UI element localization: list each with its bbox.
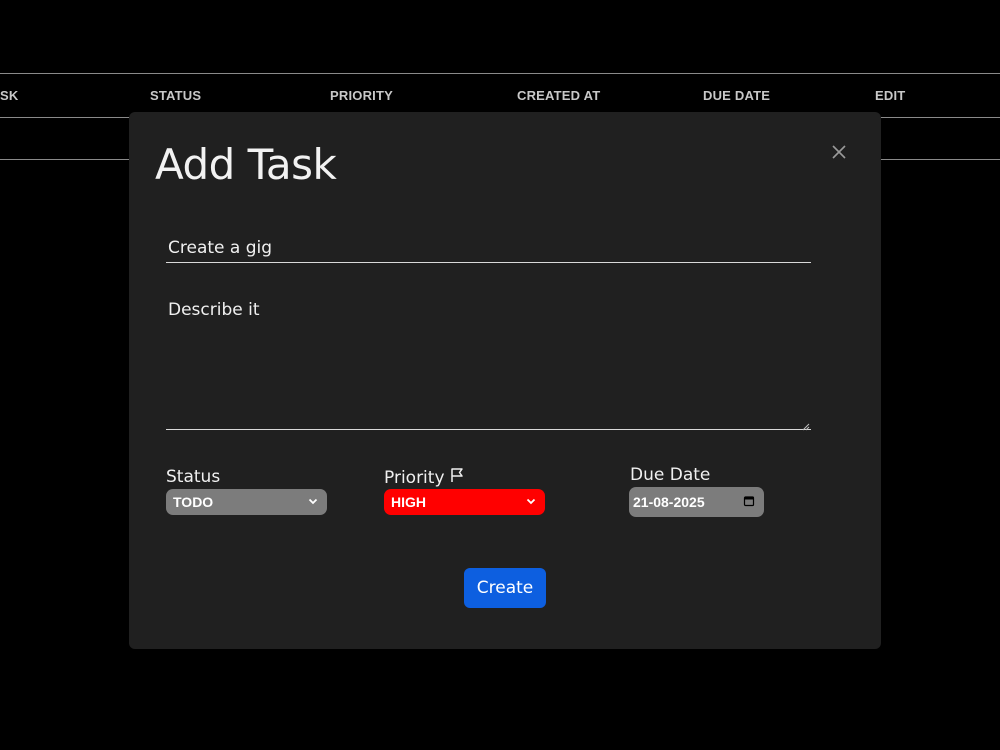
add-task-modal: Add Task Describe it Status Priority Due… [129,112,881,649]
priority-label: Priority [384,467,445,488]
chevron-down-icon [525,494,537,510]
calendar-icon[interactable] [743,494,755,510]
column-header-priority[interactable]: PRIORITY [330,88,393,103]
priority-select[interactable]: HIGH [384,489,545,515]
column-header-due-date[interactable]: DUE DATE [703,88,770,103]
close-icon [832,144,846,164]
resize-handle-icon[interactable] [800,418,810,431]
close-button[interactable] [827,142,851,166]
column-header-task[interactable]: SK [0,88,18,103]
modal-title: Add Task [155,140,337,189]
task-title-input[interactable] [166,234,811,263]
column-header-edit[interactable]: EDIT [875,88,905,103]
priority-label-group: Priority [384,467,465,488]
column-header-status[interactable]: STATUS [150,88,201,103]
flag-icon [449,467,465,488]
table-header: SK STATUS PRIORITY CREATED AT DUE DATE E… [0,74,1000,117]
status-select[interactable]: TODO [166,489,327,515]
status-value: TODO [173,494,214,510]
chevron-down-icon [307,494,319,510]
create-button[interactable]: Create [464,568,546,608]
task-description-textarea[interactable]: Describe it [166,298,811,430]
column-header-created-at[interactable]: CREATED AT [517,88,600,103]
page: SK STATUS PRIORITY CREATED AT DUE DATE E… [0,0,1000,750]
due-date-input[interactable]: 21-08-2025 [629,487,764,517]
due-date-label: Due Date [630,465,711,485]
status-label: Status [166,467,221,487]
due-date-value: 21-08-2025 [633,494,705,510]
priority-value: HIGH [391,494,426,510]
